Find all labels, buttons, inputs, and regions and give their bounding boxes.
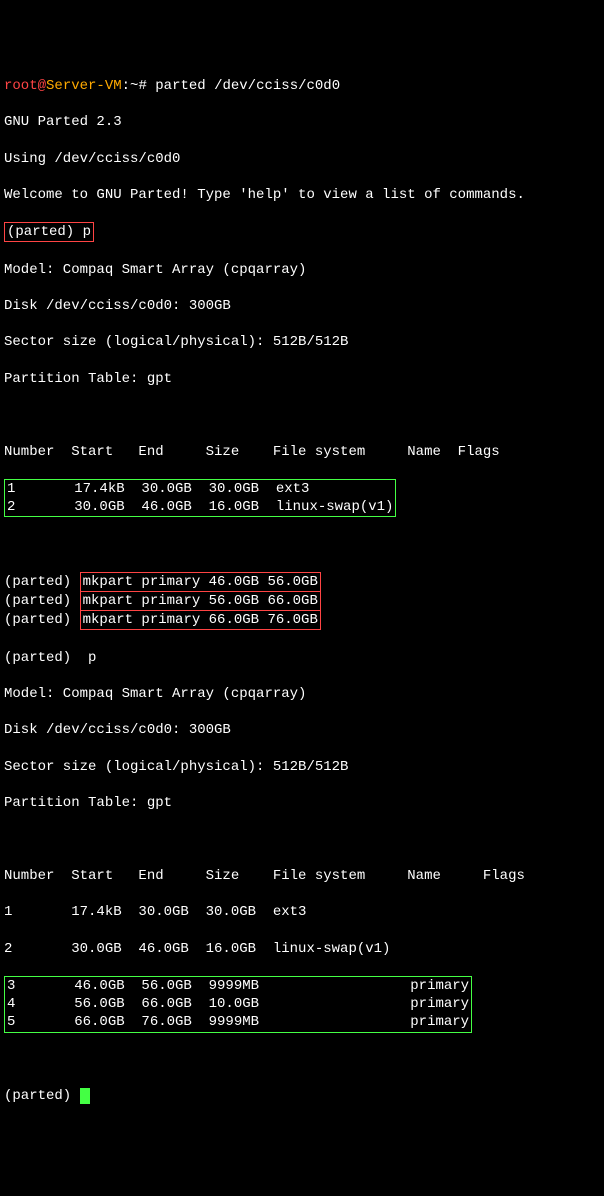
- prompt-hash: #: [138, 78, 155, 94]
- prompt-host: Server-VM: [46, 78, 122, 94]
- disk-line-2: Disk /dev/cciss/c0d0: 300GB: [4, 721, 600, 739]
- mkpart-cmd: mkpart primary 56.0GB 66.0GB: [83, 593, 318, 609]
- table-row: 2 30.0GB 46.0GB 16.0GB linux-swap(v1): [7, 498, 393, 516]
- mkpart-cmd: mkpart primary 66.0GB 76.0GB: [83, 612, 318, 628]
- table-row: 3 46.0GB 56.0GB 9999MB primary: [7, 977, 469, 995]
- table1-header: Number Start End Size File system Name F…: [4, 443, 600, 461]
- table2-new-rows: 3 46.0GB 56.0GB 9999MB primary4 56.0GB 6…: [4, 976, 600, 1033]
- table-row: 5 66.0GB 76.0GB 9999MB primary: [7, 1013, 469, 1031]
- disk-line: Disk /dev/cciss/c0d0: 300GB: [4, 297, 600, 315]
- highlight-parted-p: (parted) p: [4, 222, 94, 242]
- mkpart-cmd: mkpart primary 46.0GB 56.0GB: [83, 574, 318, 590]
- parted-p-2: (parted) p: [4, 649, 600, 667]
- table1-body: 1 17.4kB 30.0GB 30.0GB ext32 30.0GB 46.0…: [4, 479, 600, 517]
- mkpart-line: (parted) mkpart primary 46.0GB 56.0GB: [4, 572, 600, 592]
- prompt-user: root: [4, 78, 38, 94]
- table-row: 1 17.4kB 30.0GB 30.0GB ext3: [4, 903, 600, 921]
- blank-line-2: [4, 535, 600, 553]
- blank-line-1: [4, 406, 600, 424]
- parted-prefix: (parted): [4, 612, 80, 628]
- ptable-line: Partition Table: gpt: [4, 370, 600, 388]
- blank-line-4: [4, 1051, 600, 1069]
- prompt-at: @: [38, 78, 46, 94]
- version-line: GNU Parted 2.3: [4, 113, 600, 131]
- table-row: 2 30.0GB 46.0GB 16.0GB linux-swap(v1): [4, 940, 600, 958]
- command-text: parted /dev/cciss/c0d0: [155, 78, 340, 94]
- highlight-mkpart: mkpart primary 56.0GB 66.0GB: [80, 592, 321, 610]
- sector-line: Sector size (logical/physical): 512B/512…: [4, 333, 600, 351]
- parted-prefix: (parted): [4, 1088, 80, 1104]
- shell-prompt-line: root@Server-VM:~# parted /dev/cciss/c0d0: [4, 77, 600, 95]
- using-line: Using /dev/cciss/c0d0: [4, 150, 600, 168]
- parted-prompt-active[interactable]: (parted): [4, 1087, 600, 1105]
- highlight-table2: 3 46.0GB 56.0GB 9999MB primary4 56.0GB 6…: [4, 976, 472, 1033]
- table2-header: Number Start End Size File system Name F…: [4, 867, 600, 885]
- table-row: 4 56.0GB 66.0GB 10.0GB primary: [7, 995, 469, 1013]
- parted-prefix: (parted): [4, 574, 80, 590]
- parted-p-1: (parted) p: [4, 222, 600, 242]
- ptable-line-2: Partition Table: gpt: [4, 794, 600, 812]
- blank-line-3: [4, 830, 600, 848]
- highlight-table1: 1 17.4kB 30.0GB 30.0GB ext32 30.0GB 46.0…: [4, 479, 396, 517]
- cursor-icon: [80, 1088, 90, 1104]
- parted-prefix: (parted): [4, 593, 80, 609]
- mkpart-line: (parted) mkpart primary 56.0GB 66.0GB: [4, 592, 600, 610]
- table-row: 1 17.4kB 30.0GB 30.0GB ext3: [7, 480, 393, 498]
- highlight-mkpart: mkpart primary 46.0GB 56.0GB: [80, 572, 321, 592]
- model-line: Model: Compaq Smart Array (cpqarray): [4, 261, 600, 279]
- sector-line-2: Sector size (logical/physical): 512B/512…: [4, 758, 600, 776]
- welcome-line: Welcome to GNU Parted! Type 'help' to vi…: [4, 186, 600, 204]
- highlight-mkpart: mkpart primary 66.0GB 76.0GB: [80, 610, 321, 630]
- mkpart-line: (parted) mkpart primary 66.0GB 76.0GB: [4, 610, 600, 630]
- model-line-2: Model: Compaq Smart Array (cpqarray): [4, 685, 600, 703]
- mkpart-block: (parted) mkpart primary 46.0GB 56.0GB(pa…: [4, 572, 600, 631]
- prompt-path: :~: [122, 78, 139, 94]
